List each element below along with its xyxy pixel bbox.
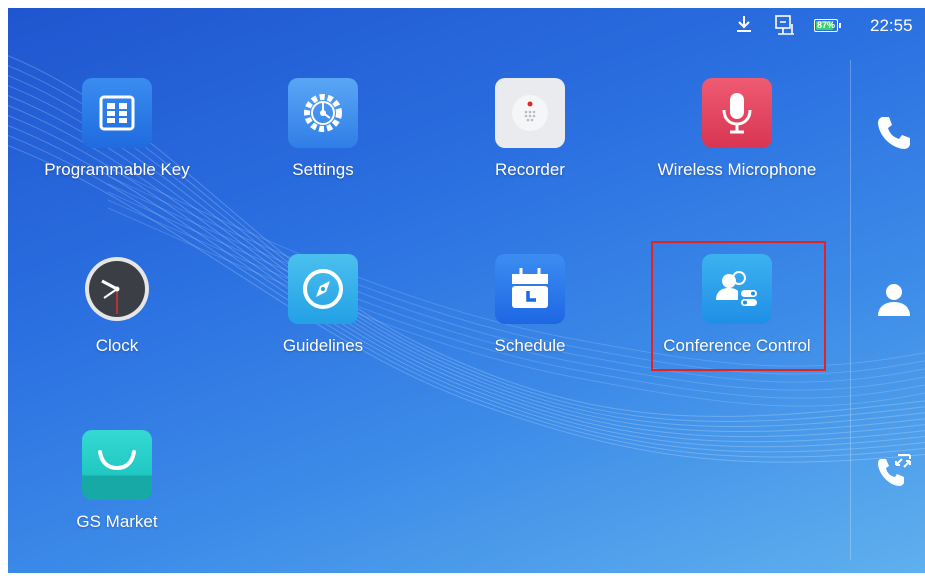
app-label: GS Market [76, 512, 158, 531]
battery-tip [839, 23, 841, 28]
battery-percentage: 87% [816, 20, 835, 30]
recorder-icon [495, 78, 565, 148]
app-settings[interactable]: Settings [228, 78, 418, 198]
call-history-button[interactable] [866, 443, 922, 499]
calendar-icon [495, 254, 565, 324]
programmable-key-icon [82, 78, 152, 148]
call-history-icon [878, 454, 911, 486]
phone-icon [878, 117, 910, 149]
app-label: Clock [95, 336, 139, 355]
clock-icon [82, 254, 152, 324]
app-label: Settings [292, 160, 354, 179]
battery-icon: 87% [814, 19, 838, 32]
contacts-button[interactable] [866, 272, 922, 328]
app-label: Wireless Microphone [657, 160, 817, 179]
app-guidelines[interactable]: Guidelines [228, 254, 418, 374]
ethernet-icon [774, 14, 796, 41]
app-schedule[interactable]: Schedule [435, 254, 625, 374]
app-gs-market[interactable]: GS Market [22, 430, 212, 550]
status-time: 22:55 [870, 16, 913, 35]
app-recorder[interactable]: Recorder [435, 78, 625, 198]
app-label: Guidelines [282, 336, 364, 355]
home-screen: 87% 22:55 Programmable Key Settings Reco… [8, 8, 925, 573]
phone-button[interactable] [866, 105, 922, 161]
app-programmable-key[interactable]: Programmable Key [22, 78, 212, 198]
gear-icon [288, 78, 358, 148]
contact-icon [878, 284, 910, 316]
app-label: Recorder [495, 160, 565, 179]
selection-highlight [651, 241, 826, 371]
compass-icon [288, 254, 358, 324]
download-icon [734, 14, 754, 39]
app-wireless-microphone[interactable]: Wireless Microphone [642, 78, 832, 198]
app-clock[interactable]: Clock [22, 254, 212, 374]
microphone-icon [702, 78, 772, 148]
side-divider [850, 60, 851, 560]
app-label: Schedule [494, 336, 566, 355]
app-label: Programmable Key [44, 160, 190, 179]
shopping-bag-icon [82, 430, 152, 500]
status-bar: 87% 22:55 [8, 8, 925, 42]
